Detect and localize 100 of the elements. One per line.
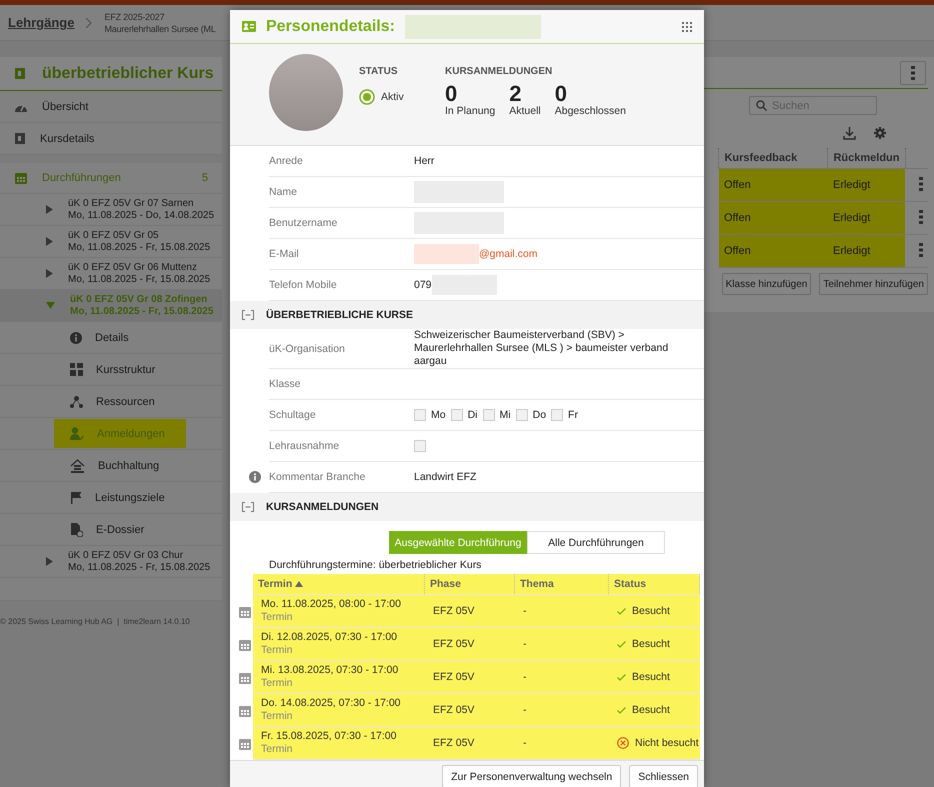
status-text: Besucht	[632, 638, 670, 650]
count-label: Aktuell	[509, 105, 541, 117]
table-cell: -	[515, 595, 609, 628]
appointment-type: Termin	[261, 743, 293, 756]
breadcrumb-link[interactable]: Lehrgänge	[8, 15, 74, 30]
document-icon	[70, 522, 83, 536]
status-text: Besucht	[632, 704, 670, 716]
radio-icon[interactable]	[359, 89, 375, 105]
collapse-icon[interactable]	[242, 310, 254, 320]
table-cell: -	[515, 727, 609, 760]
house-icon	[70, 458, 85, 472]
field-value: 079	[414, 278, 432, 292]
more-icon[interactable]	[919, 242, 923, 256]
status-option: Aktiv	[381, 91, 404, 103]
table-cell: Offen	[718, 234, 828, 268]
person-check-icon	[70, 427, 84, 440]
dialog-button[interactable]: Zur Personenverwaltung wechseln	[442, 765, 622, 787]
table-cell: Erledigt	[828, 234, 905, 268]
appointment-date: Mo. 11.08.2025, 08:00 - 17:00	[261, 598, 401, 611]
more-button[interactable]	[900, 60, 926, 84]
info-icon	[70, 332, 82, 344]
checkbox-label: Di	[468, 408, 478, 422]
checkbox[interactable]	[516, 409, 528, 421]
checkbox[interactable]	[450, 409, 463, 421]
count-label: In Planung	[445, 105, 496, 117]
appointment-date: Do. 14.08.2025, 07:30 - 17:00	[261, 697, 401, 710]
status-radio[interactable]: Aktiv	[359, 89, 429, 105]
run-item[interactable]: üK 0 EFZ 05V Gr 03 Chur Mo, 11.08.2025 - Fr, 15.08.2025	[0, 546, 222, 578]
book-icon	[14, 67, 26, 80]
search-icon	[756, 100, 767, 111]
column-header[interactable]: Status	[609, 574, 700, 595]
status-label: STATUS	[359, 66, 399, 77]
table-cell: EFZ 05V	[425, 595, 515, 628]
more-icon[interactable]	[911, 66, 915, 80]
book-icon	[14, 132, 26, 145]
run-item[interactable]: üK 0 EFZ 05V Gr 06 Muttenz Mo, 11.08.2025 - Fr, 15.08.2025	[0, 258, 222, 290]
checkbox[interactable]	[414, 440, 426, 452]
caret-icon[interactable]	[46, 237, 53, 246]
field-label: Anrede	[269, 155, 304, 167]
caret-icon[interactable]	[46, 557, 53, 566]
table-cell: -	[515, 694, 609, 727]
column-header[interactable]: Termin	[253, 574, 425, 595]
field-label: Benutzername	[269, 217, 338, 229]
count-value: 0	[554, 83, 568, 105]
caret-icon[interactable]	[46, 269, 53, 278]
settings-icon[interactable]	[874, 127, 886, 139]
table-cell: EFZ 05V	[425, 661, 515, 694]
table-cell: Offen	[718, 202, 828, 234]
column-header[interactable]: Thema	[515, 574, 609, 595]
grid-menu-icon[interactable]	[682, 22, 692, 32]
action-button[interactable]: Klasse hinzufügen	[722, 273, 812, 295]
tab[interactable]: Alle Durchführungen	[527, 531, 665, 554]
appointment-type: Termin	[261, 611, 293, 624]
table-caption: Durchführungstermine: überbetrieblicher Kurs	[269, 559, 482, 571]
course-code: EFZ 2025-2027	[104, 10, 166, 22]
dialog-button[interactable]: Schliessen	[629, 765, 698, 787]
email-link[interactable]: @gmail.com	[479, 248, 538, 260]
caret-icon[interactable]	[46, 302, 55, 309]
course-name: Maurerlehrhallen Sursee (ML	[104, 22, 216, 34]
more-icon[interactable]	[919, 176, 923, 190]
calendar-icon	[14, 171, 28, 185]
table-cell: EFZ 05V	[425, 694, 515, 727]
field-label: Klasse	[269, 378, 302, 390]
nav-item[interactable]: Kursdetails	[0, 123, 222, 154]
dialog-title: Personendetails:	[266, 18, 395, 36]
download-icon[interactable]	[843, 127, 856, 140]
panel-title: überbetrieblicher Kurs	[42, 64, 214, 82]
field-label: Telefon Mobile	[269, 279, 338, 291]
field-value: Herr	[414, 154, 434, 168]
appointment-type: Termin	[261, 710, 293, 723]
blocks-icon	[70, 363, 83, 376]
footer-text: © 2025 Swiss Learning Hub AG | time2learn 14.0.10	[0, 617, 191, 626]
action-button[interactable]: Teilnehmer hinzufügen	[819, 273, 928, 295]
checkbox[interactable]	[482, 409, 495, 421]
chevron-icon	[86, 18, 92, 28]
caret-icon[interactable]	[46, 205, 53, 214]
field-label: üK-Organisation	[269, 342, 346, 354]
checkbox-label: Do	[532, 408, 546, 422]
field-label: Name	[269, 186, 298, 198]
field-value: Schweizerischer Baumeisterverband (SBV) > Maurerlehrhallen Sursee (MLS ) > baumeister verband aargau	[414, 329, 670, 368]
nav-item[interactable]: Übersicht	[0, 91, 222, 122]
count-value: 0	[445, 83, 458, 105]
field-label: Schultage	[269, 409, 317, 421]
checkbox-label: Fr	[568, 408, 578, 422]
appointment-date: Fr. 15.08.2025, 07:30 - 17:00	[261, 730, 396, 743]
more-icon[interactable]	[919, 210, 923, 224]
collapse-icon[interactable]	[242, 502, 254, 512]
appointment-type: Termin	[261, 677, 293, 690]
column-header[interactable]: Phase	[425, 574, 515, 595]
run-item[interactable]: üK 0 EFZ 05V Gr 05 Mo, 11.08.2025 - Fr, 15.08.2025	[0, 226, 222, 258]
table-cell: Erledigt	[828, 202, 905, 234]
table-cell: EFZ 05V	[425, 727, 515, 760]
field-label: Kommentar Branche	[269, 471, 366, 483]
appointment-type: Termin	[261, 644, 293, 657]
run-item[interactable]: üK 0 EFZ 05V Gr 07 Sarnen Mo, 11.08.2025 - Do, 14.08.2025	[0, 194, 222, 226]
field-value: Landwirt EFZ	[414, 470, 476, 484]
tab[interactable]: Ausgewählte Durchführung	[389, 531, 527, 554]
status-text: Nicht besucht	[635, 737, 699, 749]
checkbox[interactable]	[414, 409, 426, 421]
checkbox[interactable]	[551, 409, 564, 421]
